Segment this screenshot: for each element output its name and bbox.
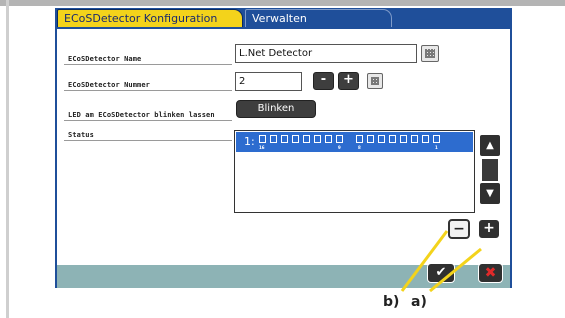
callout-lines (400, 230, 482, 293)
callout-label-b: b) (383, 294, 400, 310)
callout-label-a: a) (411, 294, 427, 310)
callout-line-a (429, 247, 482, 293)
